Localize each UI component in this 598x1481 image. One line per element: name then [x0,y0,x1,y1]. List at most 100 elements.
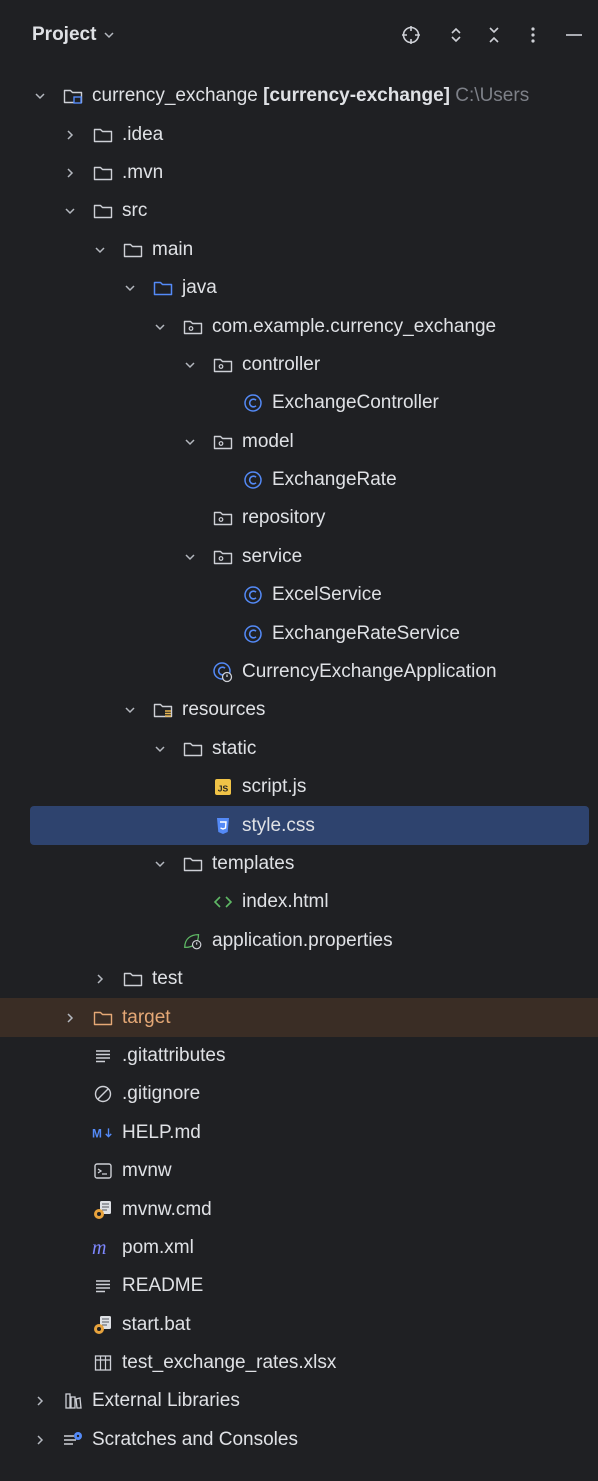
tree-node-application-class[interactable]: CurrencyExchangeApplication [0,653,598,691]
package-icon [212,354,234,376]
chevron-down-icon[interactable] [152,741,168,757]
tree-node-label: index.html [242,891,329,913]
tree-node-label: script.js [242,776,306,798]
chevron-down-icon[interactable] [92,242,108,258]
minimize-icon[interactable] [558,20,588,50]
tree-node-excel-service[interactable]: ExcelService [0,576,598,614]
table-file-icon [92,1352,114,1374]
node-name: test [152,968,183,990]
collapse-all-icon[interactable] [479,20,509,50]
tree-node-label: model [242,431,294,453]
tree-node-label: application.properties [212,930,393,952]
tree-node-label: repository [242,507,325,529]
tree-node-readme[interactable]: README [0,1267,598,1305]
chevron-down-icon [102,28,116,42]
chevron-down-icon[interactable] [152,856,168,872]
tree-node-mvnw-cmd[interactable]: mvnw.cmd [0,1190,598,1228]
node-name: .gitattributes [122,1044,226,1066]
tree-node-label: com.example.currency_exchange [212,316,496,338]
tree-node-start-bat[interactable]: start.bat [0,1306,598,1344]
chevron-down-icon[interactable] [182,357,198,373]
tree-node-label: External Libraries [92,1390,240,1412]
tree-node-label: style.css [242,815,315,837]
tree-node-service[interactable]: service [0,538,598,576]
chevron-down-icon[interactable] [122,280,138,296]
tree-node-mvn[interactable]: .mvn [0,154,598,192]
tree-node-repository[interactable]: repository [0,499,598,537]
tree-node-label: README [122,1275,203,1297]
tree-node-application-properties[interactable]: application.properties [0,922,598,960]
chevron-down-icon[interactable] [32,88,48,104]
resources-folder-icon [152,699,174,721]
chevron-right-icon[interactable] [62,127,78,143]
tree-node-xlsx-file[interactable]: test_exchange_rates.xlsx [0,1344,598,1382]
tree-node-test[interactable]: test [0,960,598,998]
project-tree: currency_exchange [currency-exchange] C:… [0,77,598,1459]
tree-node-label: test_exchange_rates.xlsx [122,1352,336,1374]
tree-node-java[interactable]: java [0,269,598,307]
node-name: com.example.currency_exchange [212,315,497,337]
node-name: currency_exchange [92,85,258,107]
chevron-right-icon[interactable] [92,971,108,987]
tree-node-main[interactable]: main [0,231,598,269]
tree-node-scratches[interactable]: Scratches and Consoles [0,1421,598,1459]
node-name: HELP.md [122,1121,201,1143]
chevron-down-icon[interactable] [182,549,198,565]
tree-node-model[interactable]: model [0,423,598,461]
tree-node-label: .gitignore [122,1083,200,1105]
node-name: Scratches and Consoles [92,1428,298,1450]
tree-node-label: main [152,239,193,261]
tree-node-exchange-rate-service[interactable]: ExchangeRateService [0,614,598,652]
tree-node-gitignore[interactable]: .gitignore [0,1075,598,1113]
tree-node-index-html[interactable]: index.html [0,883,598,921]
panel-title: Project [32,24,97,45]
node-name: ExchangeRateService [272,622,460,644]
node-name: src [122,200,148,222]
kebab-menu-icon[interactable] [518,20,548,50]
tree-node-root[interactable]: currency_exchange [currency-exchange] C:… [0,77,598,115]
tree-node-gitattributes[interactable]: .gitattributes [0,1037,598,1075]
project-view-selector[interactable]: Project [32,20,116,50]
tree-node-static[interactable]: static [0,730,598,768]
tree-node-src[interactable]: src [0,192,598,230]
chevron-right-icon[interactable] [32,1432,48,1448]
chevron-right-icon[interactable] [62,1010,78,1026]
target-icon[interactable] [396,20,426,50]
node-name: application.properties [212,929,393,951]
tree-node-label: static [212,738,256,760]
tree-node-external-libraries[interactable]: External Libraries [0,1382,598,1420]
tree-node-label: resources [182,699,265,721]
tree-node-controller[interactable]: controller [0,346,598,384]
folder-icon [122,239,144,261]
chevron-down-icon[interactable] [152,319,168,335]
tree-node-exchange-controller[interactable]: ExchangeController [0,384,598,422]
chevron-right-icon[interactable] [62,165,78,181]
tree-node-idea[interactable]: .idea [0,115,598,153]
tree-node-help-md[interactable]: M HELP.md [0,1114,598,1152]
expand-all-icon[interactable] [441,20,471,50]
tree-node-style-css[interactable]: style.css [30,806,589,845]
tree-node-exchange-rate[interactable]: ExchangeRate [0,461,598,499]
tree-node-target[interactable]: target [0,998,598,1037]
class-icon [242,469,264,491]
tree-node-label: src [122,200,147,222]
chevron-right-icon[interactable] [32,1393,48,1409]
tree-node-resources[interactable]: resources [0,691,598,729]
node-name: main [152,238,194,260]
tree-node-templates[interactable]: templates [0,845,598,883]
tree-node-script-js[interactable]: JS script.js [0,768,598,806]
node-name: ExcelService [272,584,382,606]
tree-node-label: HELP.md [122,1122,201,1144]
tree-node-package[interactable]: com.example.currency_exchange [0,307,598,345]
node-name: mvnw.cmd [122,1198,212,1220]
chevron-down-icon[interactable] [182,434,198,450]
tree-node-mvnw[interactable]: mvnw [0,1152,598,1190]
tree-node-pom-xml[interactable]: m pom.xml [0,1229,598,1267]
folder-icon [92,162,114,184]
chevron-down-icon[interactable] [122,702,138,718]
package-icon [212,431,234,453]
module-folder-icon [62,85,84,107]
package-icon [212,546,234,568]
node-name: static [212,737,257,759]
chevron-down-icon[interactable] [62,203,78,219]
